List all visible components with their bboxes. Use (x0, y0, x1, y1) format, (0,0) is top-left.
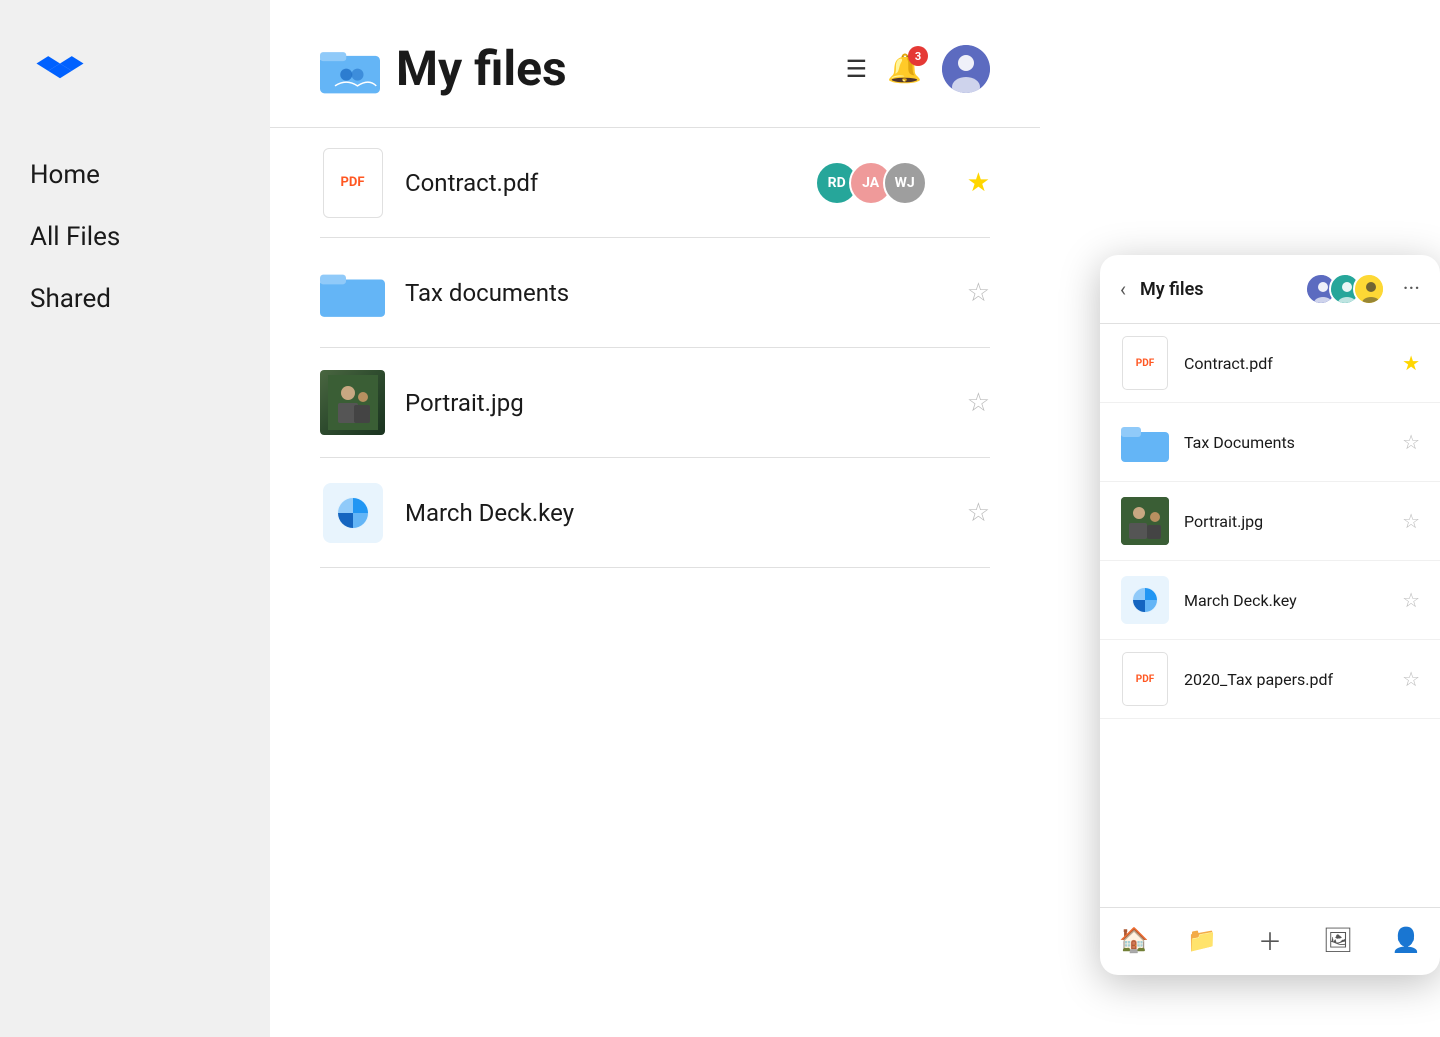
file-name: Contract.pdf (405, 169, 795, 197)
pdf-icon: PDF (323, 148, 383, 218)
list-item[interactable]: PDF Contract.pdf ★ (1100, 324, 1440, 403)
p-star-button[interactable]: ☆ (1402, 509, 1420, 533)
panel-header: ‹ My files ··· (1100, 255, 1440, 324)
nav-shared[interactable]: Shared (30, 278, 240, 320)
p-icon-folder (1120, 417, 1170, 467)
p-icon-image (1120, 496, 1170, 546)
panel-bottom-nav: 🏠 📁 ＋ 🖼 👤 (1100, 907, 1440, 975)
star-button[interactable]: ★ (967, 168, 990, 198)
table-row: Tax documents ☆ (320, 238, 990, 348)
panel-nav-photo[interactable]: 🖼 (1304, 922, 1372, 957)
avatar-wj: WJ (883, 161, 927, 205)
p-file-name: 2020_Tax papers.pdf (1184, 670, 1388, 689)
p-star-button[interactable]: ☆ (1402, 588, 1420, 612)
main-nav: Home All Files Shared (30, 154, 240, 340)
list-item[interactable]: March Deck.key ☆ (1100, 561, 1440, 640)
nav-home[interactable]: Home (30, 154, 240, 196)
p-file-name: March Deck.key (1184, 591, 1388, 610)
keynote-icon (323, 483, 383, 543)
list-item[interactable]: Portrait.jpg ☆ (1100, 482, 1440, 561)
page-header: My files ☰ 🔔 3 (320, 40, 990, 97)
folder-icon (320, 265, 385, 320)
dropbox-logo (30, 40, 240, 94)
table-row: Portrait.jpg ☆ (320, 348, 990, 458)
star-button[interactable]: ☆ (967, 388, 990, 418)
p-folder-icon (1121, 422, 1169, 462)
panel-more-button[interactable]: ··· (1403, 277, 1420, 302)
user-avatar[interactable] (942, 45, 990, 93)
portrait-thumbnail (320, 370, 385, 435)
file-name: March Deck.key (405, 499, 666, 527)
file-icon-image (320, 370, 385, 435)
p-keynote-icon (1121, 576, 1169, 624)
bell-badge: 3 (908, 46, 928, 66)
table-row: March Deck.key ☆ (320, 458, 990, 568)
file-name: Portrait.jpg (405, 389, 666, 417)
panel-nav-profile[interactable]: 👤 (1372, 922, 1440, 957)
header-left: My files (320, 40, 567, 97)
p-star-button[interactable]: ★ (1402, 351, 1420, 375)
file-icon-folder (320, 260, 385, 325)
p-file-name: Tax Documents (1184, 433, 1388, 452)
file-icon-keynote (320, 480, 385, 545)
star-button[interactable]: ☆ (967, 498, 990, 528)
list-item[interactable]: Tax Documents ☆ (1100, 403, 1440, 482)
panel-nav-home[interactable]: 🏠 (1100, 922, 1168, 957)
p-thumbnail (1121, 497, 1169, 545)
table-row: PDF Contract.pdf RD JA WJ ★ (320, 128, 990, 238)
panel-avatars (1305, 273, 1385, 305)
panel-title: My files (1140, 279, 1295, 300)
p-pdf-icon2: PDF (1122, 652, 1168, 706)
file-name: Tax documents (405, 279, 666, 307)
panel-avatar-3 (1353, 273, 1385, 305)
nav-all-files[interactable]: All Files (30, 216, 240, 258)
mobile-panel: ‹ My files ··· PDF C (1100, 255, 1440, 975)
p-star-button[interactable]: ☆ (1402, 667, 1420, 691)
menu-icon[interactable]: ☰ (846, 55, 868, 83)
panel-nav-add[interactable]: ＋ (1236, 922, 1304, 957)
p-star-button[interactable]: ☆ (1402, 430, 1420, 454)
p-icon-keynote (1120, 575, 1170, 625)
panel-file-list: PDF Contract.pdf ★ Tax Documents ☆ (1100, 324, 1440, 907)
p-pdf-icon: PDF (1122, 336, 1168, 390)
p-file-name: Portrait.jpg (1184, 512, 1388, 531)
star-button[interactable]: ☆ (967, 278, 990, 308)
header-right: ☰ 🔔 3 (846, 45, 990, 93)
list-item[interactable]: PDF 2020_Tax papers.pdf ☆ (1100, 640, 1440, 719)
p-file-name: Contract.pdf (1184, 354, 1388, 373)
page-title: My files (396, 40, 567, 97)
file-list: PDF Contract.pdf RD JA WJ ★ Tax (320, 128, 990, 568)
file-icon-pdf: PDF (320, 150, 385, 215)
panel-nav-files[interactable]: 📁 (1168, 922, 1236, 957)
folder-icon-header (320, 43, 380, 95)
sidebar: Home All Files Shared (0, 0, 270, 1037)
bell-button[interactable]: 🔔 3 (887, 52, 922, 85)
panel-back-button[interactable]: ‹ (1120, 277, 1126, 301)
p-icon-pdf2: PDF (1120, 654, 1170, 704)
p-icon-pdf: PDF (1120, 338, 1170, 388)
file-avatars: RD JA WJ (815, 161, 927, 205)
